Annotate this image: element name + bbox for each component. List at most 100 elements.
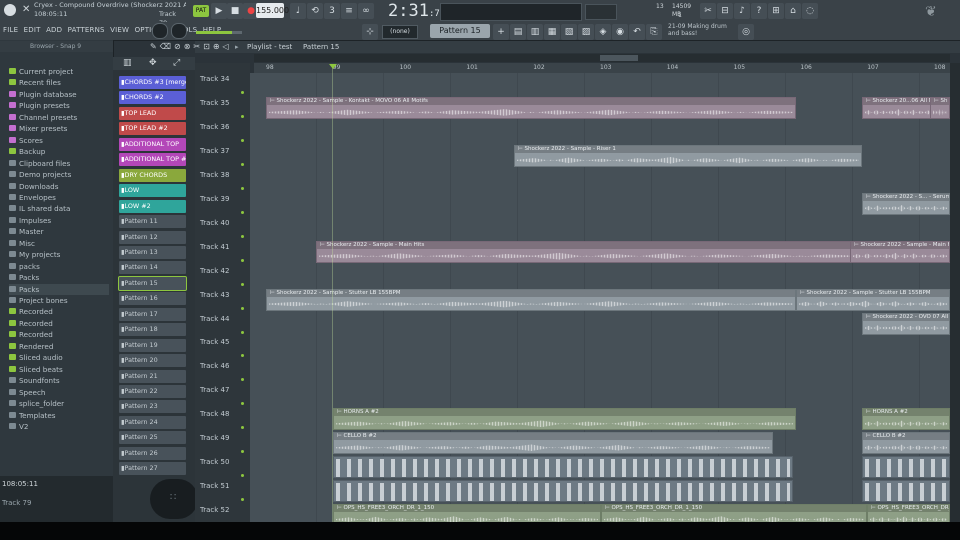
help-icon[interactable]: ?	[751, 3, 767, 19]
track-name[interactable]: Track 37	[200, 147, 229, 155]
pattern-item[interactable]: ▮Pattern 11	[119, 215, 186, 229]
pattern-item[interactable]: ▮DRY CHORDS	[119, 168, 186, 182]
track-name[interactable]: Track 51	[200, 482, 229, 490]
menu-patterns[interactable]: PATTERNS	[68, 26, 105, 34]
browser-item[interactable]: Envelopes	[9, 192, 109, 203]
track-led[interactable]	[241, 330, 244, 334]
mixer-icon[interactable]: ⊟	[717, 3, 733, 19]
playlist-icon[interactable]: ▤	[510, 24, 526, 40]
tempo-display[interactable]: 155.000	[256, 3, 289, 18]
chat-icon[interactable]: ◌	[802, 3, 818, 19]
menu-add[interactable]: ADD	[46, 26, 62, 34]
browser-item[interactable]: Recent files	[9, 77, 109, 88]
playback-tool-icon[interactable]: ◁	[223, 42, 232, 51]
track-led[interactable]	[241, 282, 244, 286]
browser-item[interactable]: Speech	[9, 387, 109, 398]
pattern-item[interactable]: ▮Pattern 14	[119, 261, 186, 275]
track-led[interactable]	[241, 234, 244, 238]
track-name[interactable]: Track 48	[200, 410, 229, 418]
resize-icon[interactable]: ⤢	[173, 58, 180, 68]
browser-item[interactable]: Master	[9, 226, 109, 237]
browser-item[interactable]: Rendered	[9, 341, 109, 352]
browser-item[interactable]: Recorded	[9, 329, 109, 340]
browser-item[interactable]: splice_folder	[9, 398, 109, 409]
playlist-pattern[interactable]: Pattern 15	[303, 41, 339, 53]
track-led[interactable]	[241, 138, 244, 142]
mixer-view-icon[interactable]: ▧	[561, 24, 577, 40]
track-name[interactable]: Track 42	[200, 267, 229, 275]
pattern-item[interactable]: ▮TOP LEAD	[119, 106, 186, 120]
track-led[interactable]	[241, 306, 244, 310]
playlist-clip[interactable]: ⊢ Shockerz 2022 - OVO 07 All Rhythm	[862, 312, 950, 335]
track-led[interactable]	[241, 186, 244, 190]
browser-item[interactable]: Demo projects	[9, 169, 109, 180]
track-name[interactable]: Track 52	[200, 506, 229, 514]
scrollbar-thumb[interactable]	[600, 55, 638, 61]
browser-item[interactable]: Packs	[9, 283, 109, 295]
menu-view[interactable]: VIEW	[110, 26, 129, 34]
browser-item[interactable]: packs	[9, 261, 109, 272]
browser-item[interactable]: Misc	[9, 238, 109, 249]
browser-header[interactable]: Browser - Snap 9	[0, 41, 113, 52]
pattern-item[interactable]: ▮Pattern 25	[119, 431, 186, 445]
zoom-tool-icon[interactable]: ⊕	[213, 42, 223, 51]
piano-roll-icon[interactable]: ▥	[527, 24, 543, 40]
snap-select[interactable]: (none)	[382, 25, 418, 39]
pattern-item[interactable]: ▮CHORDS #3 [merged]	[119, 76, 186, 89]
vertical-scrollbar[interactable]	[950, 63, 960, 522]
close-icon[interactable]: ✕	[22, 5, 31, 15]
track-name[interactable]: Track 44	[200, 315, 229, 323]
playlist-clip[interactable]: ⊢ Shockerz 2022 - Sample - Riser 1	[514, 144, 862, 167]
pattern-item[interactable]: ▮Pattern 20	[119, 354, 186, 368]
playlist-clip[interactable]: ⊢ CELLO B #2	[333, 432, 773, 455]
plugin-picker-icon[interactable]: ⊞	[768, 3, 784, 19]
track-name[interactable]: Track 47	[200, 386, 229, 394]
pattern-item[interactable]: ▮Pattern 18	[119, 323, 186, 337]
track-name[interactable]: Track 40	[200, 219, 229, 227]
countdown-icon[interactable]: 3	[324, 3, 340, 19]
track-name[interactable]: Track 49	[200, 434, 229, 442]
track-led[interactable]	[241, 210, 244, 214]
master-pitch-slider[interactable]	[585, 4, 617, 20]
track-name[interactable]: Track 46	[200, 362, 229, 370]
playlist-clip[interactable]	[333, 456, 793, 479]
blend-notes-icon[interactable]: ≡	[341, 3, 357, 19]
pattern-item[interactable]: ▮LOW #2	[119, 199, 186, 213]
delete-tool-icon[interactable]: ⊘	[174, 42, 184, 51]
pattern-item[interactable]: ▮Pattern 17	[119, 307, 186, 321]
pattern-item[interactable]: ▮ADDITIONAL TOP #2	[119, 153, 186, 167]
cut-icon[interactable]: ✂	[700, 3, 716, 19]
pattern-item[interactable]: ▮TOP LEAD #2	[119, 122, 186, 136]
snap-icon[interactable]: ⊹	[362, 24, 378, 40]
track-name[interactable]: Track 41	[200, 243, 229, 251]
playlist-clip[interactable]: ⊢ Shockerz 2022 - Sample - Main Hits	[850, 240, 950, 263]
playlist-clip[interactable]: ⊢ CELLO B #2	[862, 432, 950, 455]
online-icon[interactable]: ⌂	[785, 3, 801, 19]
loop-record-icon[interactable]: ∞	[358, 3, 374, 19]
track-name[interactable]: Track 38	[200, 171, 229, 179]
save-icon[interactable]: ⎘	[646, 24, 662, 40]
playlist-clip[interactable]: ⊢ Shockerz 2022 - Sample - Stutter LB 15…	[266, 288, 796, 311]
tempo-tapper-icon[interactable]: ◉	[612, 24, 628, 40]
playhead-marker[interactable]	[329, 64, 337, 69]
playlist-clip[interactable]: ⊢ HORNS A #2	[333, 408, 796, 431]
browser-item[interactable]: Sliced beats	[9, 364, 109, 375]
pattern-item[interactable]: ▮Pattern 19	[119, 338, 186, 352]
browser-item[interactable]: My projects	[9, 249, 109, 260]
track-led[interactable]	[241, 91, 244, 94]
browser-item[interactable]: Recorded	[9, 318, 109, 329]
pattern-item[interactable]: ▮Pattern 15	[118, 275, 187, 291]
browser-item[interactable]: IL shared data	[9, 203, 109, 214]
playlist-clip[interactable]: ⊢ Shockerz 2022 - Sample - Main Hits	[316, 240, 856, 263]
pattern-item[interactable]: ▮LOW	[119, 184, 186, 198]
browser-item[interactable]: Mixer presets	[9, 123, 109, 134]
play-overlay-button[interactable]: ∷	[150, 479, 198, 519]
play-button[interactable]: ▶	[211, 3, 227, 19]
metronome-icon[interactable]: ♩	[290, 3, 306, 19]
browser-item[interactable]: Plugin presets	[9, 100, 109, 111]
pattern-item[interactable]: ▮Pattern 12	[119, 230, 186, 244]
browser-item[interactable]: Impulses	[9, 215, 109, 226]
draw-tool-icon[interactable]: ✎	[150, 42, 160, 51]
menu-edit[interactable]: EDIT	[24, 26, 41, 34]
playlist-clip[interactable]: ⊢ Shockerz 2022 - Sample - Stutter LB 15…	[796, 288, 950, 311]
